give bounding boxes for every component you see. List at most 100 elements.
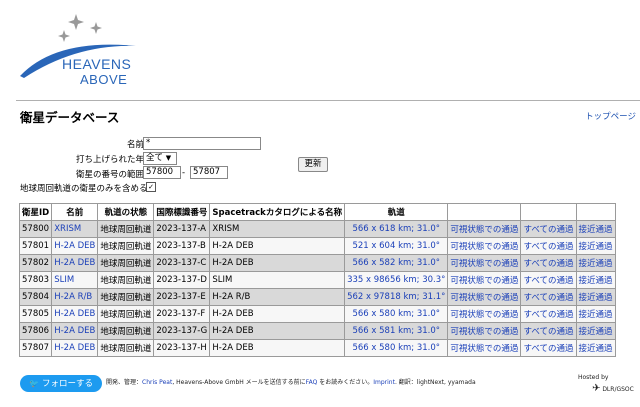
orbit-link[interactable]: 566 x 580 km; 31.0° [344, 339, 449, 357]
close-passes-link[interactable]: 接近通過 [575, 305, 616, 323]
all-passes-link[interactable]: すべての通過 [520, 322, 577, 340]
orbit-link[interactable]: 521 x 604 km; 31.0° [344, 237, 449, 255]
all-passes-link[interactable]: すべての通過 [520, 254, 577, 272]
launch-year-value: 全て [146, 153, 164, 163]
faq-link[interactable]: FAQ [306, 379, 318, 386]
col-header-close [575, 203, 616, 221]
all-passes-link[interactable]: すべての通過 [520, 220, 577, 238]
close-passes-link[interactable]: 接近通過 [575, 220, 616, 238]
visible-passes-link[interactable]: 可視状態での通過 [447, 237, 522, 255]
orbit-link[interactable]: 566 x 582 km; 31.0° [344, 254, 449, 272]
sat-name-link[interactable]: SLIM [51, 271, 99, 289]
sat-name-link[interactable]: H-2A DEB [51, 322, 99, 340]
visible-passes-link[interactable]: 可視状態での通過 [447, 220, 522, 238]
orbit-status-cell: 地球周回軌道 [97, 339, 155, 357]
orbit-status-cell: 地球周回軌道 [97, 254, 155, 272]
author-link[interactable]: Chris Peat [142, 379, 172, 386]
chevron-down-icon: ▼ [165, 154, 172, 162]
sat-id-cell: 57804 [18, 288, 53, 306]
all-passes-link[interactable]: すべての通過 [520, 288, 577, 306]
dlr-logo[interactable]: ✈ DLR/GSOC [592, 383, 634, 394]
earth-orbit-only-checkbox[interactable]: ✓ [146, 182, 156, 192]
intl-designator-cell: 2023-137-A [153, 220, 211, 238]
intl-designator-cell: 2023-137-D [153, 271, 211, 289]
footer-translator-text: . 翻訳：lightNext, yyamada [394, 379, 476, 386]
visible-passes-link[interactable]: 可視状態での通過 [447, 288, 522, 306]
catalog-name-cell: H-2A DEB [209, 305, 346, 323]
table-row: 57801 H-2A DEB 地球周回軌道 2023-137-B H-2A DEB 521… [18, 237, 616, 255]
logo-text-above: ABOVE [80, 72, 128, 87]
visible-passes-link[interactable]: 可視状態での通過 [447, 305, 522, 323]
sat-id-cell: 57801 [18, 237, 53, 255]
all-passes-link[interactable]: すべての通過 [520, 305, 577, 323]
name-input[interactable]: * [143, 137, 261, 150]
col-header-status: 軌道の状態 [97, 203, 155, 221]
range-from-input[interactable]: 57800 [143, 166, 181, 179]
catalog-name-cell: XRISM [209, 220, 346, 238]
sat-id-cell: 57800 [18, 220, 53, 238]
close-passes-link[interactable]: 接近通過 [575, 322, 616, 340]
range-to-input[interactable]: 57807 [190, 166, 228, 179]
sat-id-cell: 57807 [18, 339, 53, 357]
intl-designator-cell: 2023-137-G [153, 322, 211, 340]
col-header-catalog-name: Spacetrackカタログによる名称 [209, 203, 346, 221]
orbit-status-cell: 地球周回軌道 [97, 288, 155, 306]
intl-designator-cell: 2023-137-E [153, 288, 211, 306]
close-passes-link[interactable]: 接近通過 [575, 237, 616, 255]
table-header-row: 衛星ID 名前 軌道の状態 国際標識番号 Spacetrackカタログによる名称 軌道 [18, 203, 616, 221]
intl-designator-cell: 2023-137-H [153, 339, 211, 357]
sat-id-cell: 57803 [18, 271, 53, 289]
close-passes-link[interactable]: 接近通過 [575, 271, 616, 289]
all-passes-link[interactable]: すべての通過 [520, 271, 577, 289]
table-row: 57800 XRISM 地球周回軌道 2023-137-A XRISM 566 x 618… [18, 220, 616, 238]
update-button[interactable]: 更新 [298, 157, 328, 172]
orbit-status-cell: 地球周回軌道 [97, 322, 155, 340]
catalog-name-cell: H-2A DEB [209, 322, 346, 340]
hosted-by-label: Hosted by [578, 374, 609, 381]
orbit-link[interactable]: 566 x 581 km; 31.0° [344, 322, 449, 340]
close-passes-link[interactable]: 接近通過 [575, 288, 616, 306]
sat-name-link[interactable]: H-2A DEB [51, 339, 99, 357]
table-row: 57806 H-2A DEB 地球周回軌道 2023-137-G H-2A DEB 566… [18, 322, 616, 340]
top-page-link[interactable]: トップページ [585, 110, 636, 122]
close-passes-link[interactable]: 接近通過 [575, 339, 616, 357]
all-passes-link[interactable]: すべての通過 [520, 237, 577, 255]
table-row: 57805 H-2A DEB 地球周回軌道 2023-137-F H-2A DEB 566… [18, 305, 616, 323]
sat-name-link[interactable]: H-2A DEB [51, 305, 99, 323]
visible-passes-link[interactable]: 可視状態での通過 [447, 322, 522, 340]
orbit-status-cell: 地球周回軌道 [97, 305, 155, 323]
visible-passes-link[interactable]: 可視状態での通過 [447, 271, 522, 289]
orbit-link[interactable]: 335 x 98656 km; 30.3° [344, 271, 449, 289]
sat-id-cell: 57806 [18, 322, 53, 340]
orbit-status-cell: 地球周回軌道 [97, 237, 155, 255]
logo-text-heavens: HEAVENS [62, 56, 132, 72]
sat-name-link[interactable]: H-2A DEB [51, 254, 99, 272]
twitter-follow-button[interactable]: 🐦 フォローする [20, 375, 102, 392]
close-passes-link[interactable]: 接近通過 [575, 254, 616, 272]
orbit-link[interactable]: 566 x 580 km; 31.0° [344, 305, 449, 323]
col-header-orbit: 軌道 [344, 203, 449, 221]
all-passes-link[interactable]: すべての通過 [520, 339, 577, 357]
sat-name-link[interactable]: H-2A DEB [51, 237, 99, 255]
satellite-table: 衛星ID 名前 軌道の状態 国際標識番号 Spacetrackカタログによる名称 軌道 5… [18, 203, 616, 357]
col-header-visible [447, 203, 522, 221]
heavens-above-logo[interactable]: HEAVENS ABOVE [16, 8, 156, 88]
catalog-name-cell: H-2A DEB [209, 254, 346, 272]
footer-dev-label: 開発、管理： [106, 379, 143, 386]
catalog-name-cell: H-2A DEB [209, 339, 346, 357]
table-row: 57802 H-2A DEB 地球周回軌道 2023-137-C H-2A DEB 566… [18, 254, 616, 272]
imprint-link[interactable]: Imprint [373, 379, 395, 386]
sat-name-link[interactable]: H-2A R/B [51, 288, 99, 306]
visible-passes-link[interactable]: 可視状態での通過 [447, 254, 522, 272]
page-title: 衛星データベース [20, 110, 120, 125]
launch-year-select[interactable]: 全て ▼ [143, 152, 177, 165]
orbit-link[interactable]: 562 x 97818 km; 31.1° [344, 288, 449, 306]
table-row: 57804 H-2A R/B 地球周回軌道 2023-137-E H-2A R/B 562… [18, 288, 616, 306]
orbit-link[interactable]: 566 x 618 km; 31.0° [344, 220, 449, 238]
intl-designator-cell: 2023-137-C [153, 254, 211, 272]
intl-designator-cell: 2023-137-B [153, 237, 211, 255]
col-header-intl-designator: 国際標識番号 [153, 203, 211, 221]
catalog-name-cell: H-2A DEB [209, 237, 346, 255]
visible-passes-link[interactable]: 可視状態での通過 [447, 339, 522, 357]
sat-name-link[interactable]: XRISM [51, 220, 99, 238]
